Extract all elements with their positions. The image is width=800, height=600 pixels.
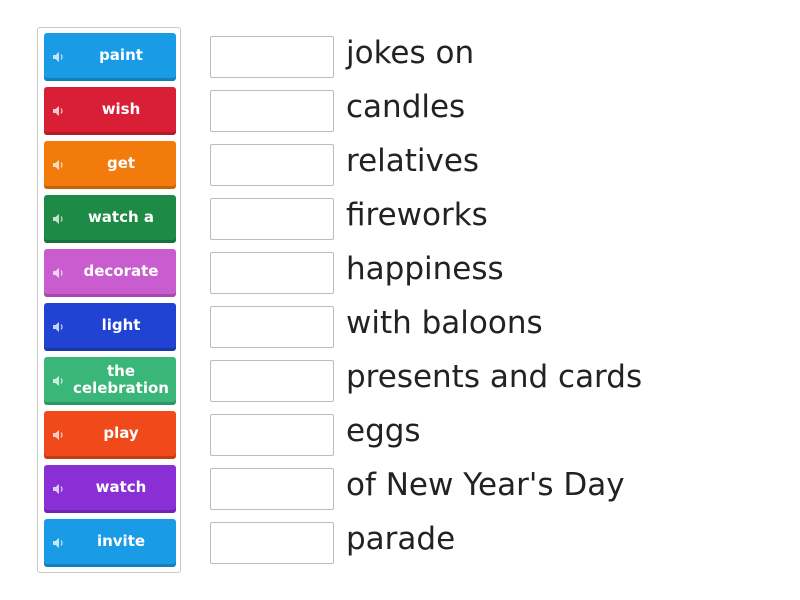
speaker-icon[interactable]	[52, 429, 64, 441]
drop-slot[interactable]	[210, 144, 334, 186]
speaker-icon[interactable]	[52, 159, 64, 171]
drop-slot[interactable]	[210, 522, 334, 564]
word-tile[interactable]: get	[44, 141, 176, 189]
phrase-text: parade	[346, 521, 456, 557]
speaker-icon[interactable]	[52, 267, 64, 279]
phrase-text: jokes on	[346, 35, 475, 71]
phrase-text: candles	[346, 89, 466, 125]
word-tile[interactable]: play	[44, 411, 176, 459]
speaker-icon[interactable]	[52, 105, 64, 117]
word-tile-label: get	[106, 154, 136, 172]
drop-slot[interactable]	[210, 252, 334, 294]
phrase-text: relatives	[346, 143, 480, 179]
word-tile-label: watch	[95, 478, 147, 496]
word-tile[interactable]: wish	[44, 87, 176, 135]
word-tile-label: light	[101, 316, 141, 334]
word-tile-label: invite	[96, 532, 146, 550]
speaker-icon[interactable]	[52, 537, 64, 549]
word-tile-label: decorate	[83, 262, 159, 280]
match-up-activity: paint wish get watch a decorate light the cele…	[0, 0, 800, 600]
word-tile-label: wish	[101, 100, 141, 118]
word-tile[interactable]: invite	[44, 519, 176, 567]
word-tiles-panel: paint wish get watch a decorate light the cele…	[37, 27, 181, 573]
word-tile-label: paint	[99, 46, 143, 64]
word-tile[interactable]: decorate	[44, 249, 176, 297]
word-tile[interactable]: light	[44, 303, 176, 351]
word-tile[interactable]: watch a	[44, 195, 176, 243]
word-tile[interactable]: paint	[44, 33, 176, 81]
drop-slot[interactable]	[210, 306, 334, 348]
word-tile[interactable]: watch	[44, 465, 176, 513]
speaker-icon[interactable]	[52, 321, 64, 333]
drop-slot[interactable]	[210, 198, 334, 240]
speaker-icon[interactable]	[52, 483, 64, 495]
drop-slot[interactable]	[210, 36, 334, 78]
speaker-icon[interactable]	[52, 375, 64, 387]
drop-slot[interactable]	[210, 414, 334, 456]
phrase-text: presents and cards	[346, 359, 643, 395]
word-tile-label: watch a	[87, 208, 155, 226]
speaker-icon[interactable]	[52, 213, 64, 225]
drop-slot[interactable]	[210, 360, 334, 402]
speaker-icon[interactable]	[52, 51, 64, 63]
phrase-text: with baloons	[346, 305, 543, 341]
phrase-text: of New Year's Day	[346, 467, 625, 503]
phrase-text: fireworks	[346, 197, 488, 233]
word-tile-label: the celebration	[73, 361, 169, 397]
phrase-text: eggs	[346, 413, 421, 449]
word-tile[interactable]: the celebration	[44, 357, 176, 405]
drop-slot[interactable]	[210, 468, 334, 510]
drop-slot[interactable]	[210, 90, 334, 132]
word-tile-label: play	[103, 424, 139, 442]
phrase-text: happiness	[346, 251, 504, 287]
